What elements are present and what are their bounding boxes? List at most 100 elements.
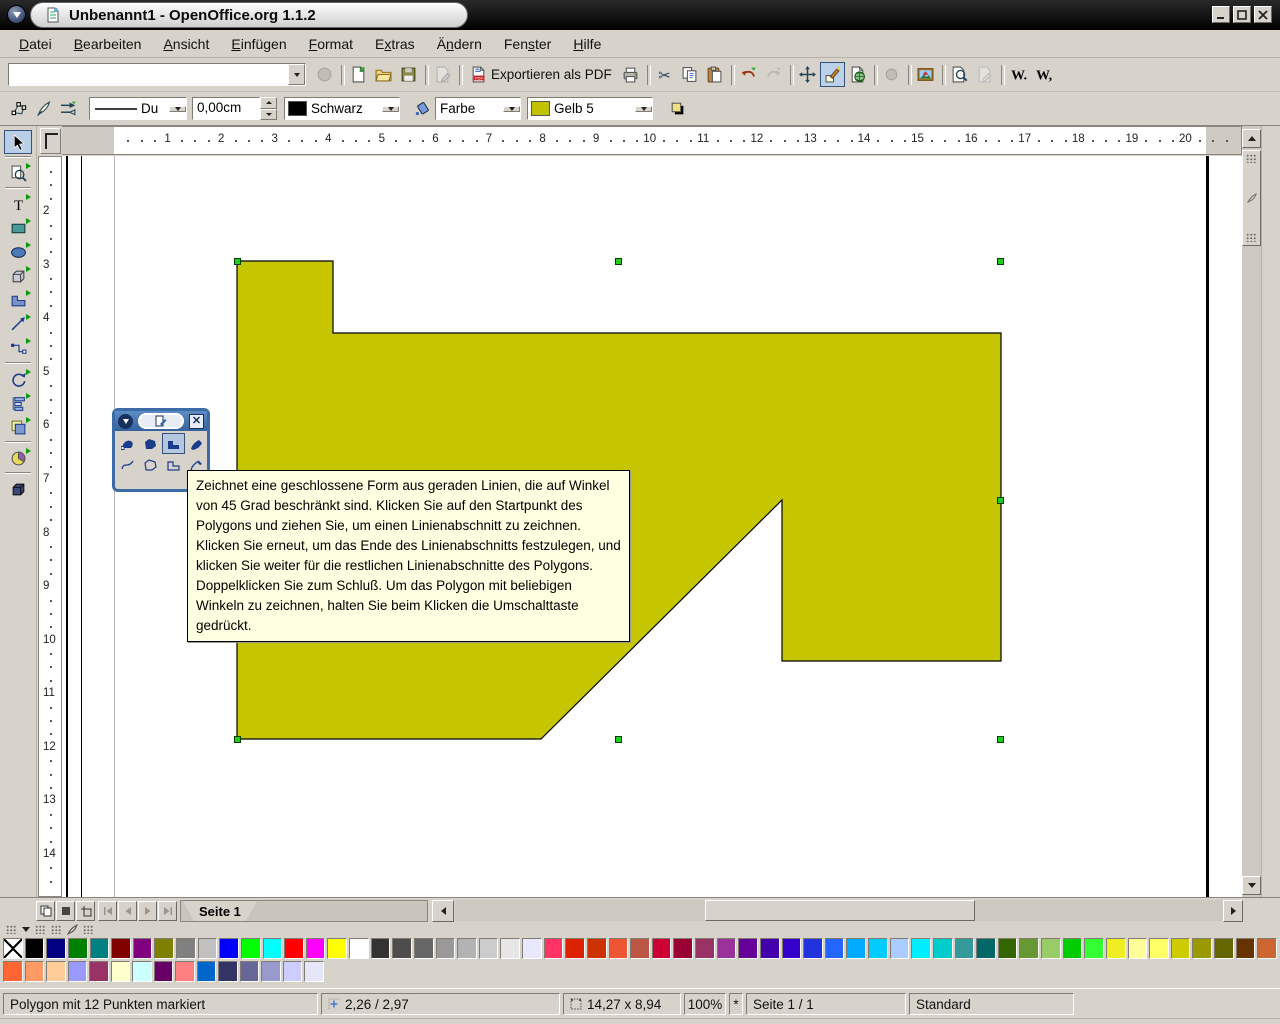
colorbar-drag-strip[interactable] — [0, 923, 1280, 936]
color-swatch-00ff00[interactable] — [241, 938, 261, 959]
color-swatch-e8e8ff[interactable] — [522, 938, 542, 959]
color-swatch-3300cc[interactable] — [782, 938, 802, 959]
fill-color-dropdown[interactable] — [635, 106, 652, 112]
selection-handle-2[interactable] — [997, 258, 1004, 265]
color-swatch-ff00ff[interactable] — [306, 938, 326, 959]
menu-fenster[interactable]: Fenster — [493, 32, 562, 56]
tool-rotate[interactable] — [4, 367, 32, 391]
tool-3d-objects[interactable] — [4, 264, 32, 288]
redo-button[interactable] — [761, 62, 786, 87]
url-dropdown-button[interactable] — [288, 64, 305, 85]
color-swatch-660099[interactable] — [738, 938, 758, 959]
color-swatch-333366[interactable] — [218, 961, 238, 982]
color-swatch-333333[interactable] — [371, 938, 391, 959]
color-swatch-e6e6fa[interactable] — [304, 961, 324, 982]
color-swatch-00cccc[interactable] — [933, 938, 953, 959]
color-swatch-cc6633[interactable] — [1257, 938, 1277, 959]
menu-hilfe[interactable]: Hilfe — [562, 32, 612, 56]
stop-circle-button[interactable] — [312, 62, 337, 87]
color-swatch-ccffff[interactable] — [132, 961, 152, 982]
scroll-right-button[interactable] — [1223, 900, 1243, 922]
tool-arrange[interactable] — [4, 415, 32, 439]
color-swatch-99cc66[interactable] — [1041, 938, 1061, 959]
menu-format[interactable]: Format — [298, 32, 364, 56]
vertical-scrollbar[interactable] — [1242, 126, 1261, 897]
color-swatch-663300[interactable] — [1236, 938, 1256, 959]
layer-view-button[interactable] — [76, 901, 95, 921]
color-swatch-aaccff[interactable] — [890, 938, 910, 959]
color-swatch-993366[interactable] — [695, 938, 715, 959]
color-swatch-ffcc99[interactable] — [46, 961, 66, 982]
undo-button[interactable] — [736, 62, 761, 87]
arrow-style-button[interactable] — [56, 96, 81, 121]
tool-lines-arrows[interactable] — [4, 312, 32, 336]
color-swatch-669933[interactable] — [1019, 938, 1039, 959]
line-style-dropdown[interactable] — [169, 106, 186, 112]
tool-3d-controller[interactable] — [4, 477, 32, 501]
color-swatch-cccccc[interactable] — [479, 938, 499, 959]
menu-ändern[interactable]: Ändern — [426, 32, 493, 56]
color-swatch-2233dd[interactable] — [803, 938, 823, 959]
tool-polygon-45[interactable] — [162, 454, 185, 475]
status-page[interactable]: Seite 1 / 1 — [746, 993, 906, 1015]
spin-up-button[interactable] — [260, 97, 277, 109]
tool-ellipse[interactable] — [4, 240, 32, 264]
last-page-button[interactable] — [158, 901, 177, 921]
color-swatch-ffff99[interactable] — [1128, 938, 1148, 959]
color-swatch-00cc00[interactable] — [1063, 938, 1083, 959]
ruler-origin-icon[interactable] — [40, 128, 61, 154]
color-swatch-2266ff[interactable] — [825, 938, 845, 959]
tool-select[interactable] — [4, 130, 32, 154]
status-template[interactable]: Standard — [909, 993, 1074, 1015]
color-swatch-800000[interactable] — [111, 938, 131, 959]
status-size[interactable]: 14,27 x 8,94 — [563, 993, 681, 1015]
color-swatch-4d4d4d[interactable] — [392, 938, 412, 959]
selection-handle-4[interactable] — [997, 497, 1004, 504]
selection-handle-6[interactable] — [615, 736, 622, 743]
tool-curve-filled[interactable] — [116, 433, 139, 454]
line-width-value[interactable]: 0,00cm — [192, 97, 260, 120]
page-view-button[interactable] — [36, 901, 55, 921]
color-swatch-ff3366[interactable] — [544, 938, 564, 959]
fill-type-dropdown[interactable] — [503, 106, 520, 112]
tool-polygon[interactable] — [139, 454, 162, 475]
spin-down-button[interactable] — [260, 109, 277, 121]
color-swatch-eeee22[interactable] — [1106, 938, 1126, 959]
paste-button[interactable] — [702, 62, 727, 87]
menu-einfügen[interactable]: Einfügen — [220, 32, 297, 56]
sphere-button[interactable] — [879, 62, 904, 87]
color-swatch-cccc00[interactable] — [1171, 938, 1191, 959]
color-swatch-e6e6e6[interactable] — [500, 938, 520, 959]
scroll-up-button[interactable] — [1242, 129, 1261, 148]
tool-connectors[interactable] — [4, 336, 32, 360]
tool-effects[interactable] — [4, 446, 32, 470]
color-swatch-660066[interactable] — [154, 961, 174, 982]
color-swatch-999999[interactable] — [436, 938, 456, 959]
color-swatch-ff0000[interactable] — [284, 938, 304, 959]
tool-curve[interactable] — [116, 454, 139, 475]
color-swatch-00aaff[interactable] — [846, 938, 866, 959]
zoom-button[interactable] — [947, 62, 972, 87]
color-swatch-008000[interactable] — [68, 938, 88, 959]
url-input[interactable] — [9, 64, 288, 85]
selection-handle-5[interactable] — [234, 736, 241, 743]
color-swatch-336600[interactable] — [998, 938, 1018, 959]
color-swatch-808000[interactable] — [154, 938, 174, 959]
title-tab[interactable]: Unbenannt1 - OpenOffice.org 1.1.2 — [30, 2, 468, 28]
color-swatch-ccccff[interactable] — [283, 961, 303, 982]
hyperlink-button[interactable] — [845, 62, 870, 87]
edit-points-button[interactable] — [6, 96, 31, 121]
color-swatch-9999cc[interactable] — [261, 961, 281, 982]
horizontal-ruler[interactable]: 1234567891011121314151617181920 — [62, 126, 1242, 155]
color-swatch-ffff00[interactable] — [327, 938, 347, 959]
area-dialog-button[interactable] — [410, 96, 435, 121]
color-swatch-993366[interactable] — [89, 961, 109, 982]
scroll-down-button[interactable] — [1242, 876, 1261, 895]
help-agent-button[interactable]: W. — [1006, 62, 1031, 87]
fill-type-combo[interactable]: Farbe — [435, 97, 521, 120]
color-swatch-ff9966[interactable] — [25, 961, 45, 982]
maximize-button[interactable] — [1233, 6, 1251, 23]
tool-polygon-45-filled[interactable] — [162, 433, 185, 454]
color-swatch-9999ff[interactable] — [68, 961, 88, 982]
print-button[interactable] — [618, 62, 643, 87]
